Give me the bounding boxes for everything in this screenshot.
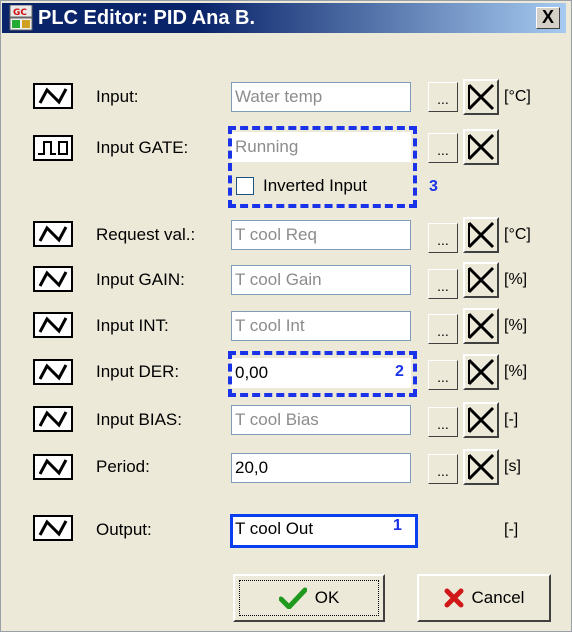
row-unit: [%] xyxy=(504,363,528,380)
inverted-input-checkbox[interactable] xyxy=(236,177,254,195)
output-field[interactable]: T cool Out xyxy=(230,514,418,548)
request-val-field[interactable]: T cool Req xyxy=(231,220,411,250)
row-label-input-gain: Input GAIN: xyxy=(96,270,185,289)
row-unit: [%] xyxy=(504,271,528,288)
browse-button[interactable]: ... xyxy=(428,269,458,299)
app-icon: GC xyxy=(9,5,33,31)
clear-button[interactable] xyxy=(463,308,499,344)
cancel-button[interactable]: Cancel xyxy=(417,574,551,622)
svg-text:GC: GC xyxy=(13,8,27,18)
clear-button[interactable] xyxy=(463,354,499,390)
clear-icon xyxy=(467,312,495,340)
input-field[interactable]: Water temp xyxy=(231,82,411,112)
marker-3: 3 xyxy=(429,178,438,195)
row-label-request-val: Request val.: xyxy=(96,225,196,244)
clear-icon xyxy=(467,266,495,294)
marker-2: 2 xyxy=(395,363,404,380)
analog-signal-icon xyxy=(33,359,73,385)
clear-button[interactable] xyxy=(463,402,499,438)
row-unit: [-] xyxy=(504,521,519,538)
cancel-label: Cancel xyxy=(471,588,525,607)
browse-button[interactable]: ... xyxy=(428,454,458,484)
inverted-input-label: Inverted Input xyxy=(263,176,367,195)
clear-button[interactable] xyxy=(463,262,499,298)
input-bias-field[interactable]: T cool Bias xyxy=(231,405,411,435)
window-title: PLC Editor: PID Ana B. xyxy=(38,7,256,29)
analog-signal-icon xyxy=(33,515,73,541)
analog-signal-icon xyxy=(33,266,73,292)
clear-button[interactable] xyxy=(463,129,499,165)
browse-button[interactable]: ... xyxy=(428,360,458,390)
clear-icon xyxy=(467,453,495,481)
analog-signal-icon xyxy=(33,454,73,480)
analog-signal-icon xyxy=(33,83,73,109)
browse-button[interactable]: ... xyxy=(428,407,458,437)
input-gate-field[interactable]: Running xyxy=(231,132,411,162)
input-der-field[interactable]: 0,00 xyxy=(231,358,411,388)
browse-button[interactable]: ... xyxy=(428,82,458,112)
close-button[interactable]: X xyxy=(536,7,560,29)
row-label-input: Input: xyxy=(96,87,139,106)
row-label-input-int: Input INT: xyxy=(96,316,169,335)
marker-1: 1 xyxy=(393,517,402,534)
clear-icon xyxy=(467,406,495,434)
row-label-input-gate: Input GATE: xyxy=(96,138,189,157)
row-unit: [%] xyxy=(504,317,528,334)
browse-button[interactable]: ... xyxy=(428,133,458,163)
row-label-output: Output: xyxy=(96,520,152,539)
row-unit: [s] xyxy=(504,458,521,475)
clear-button[interactable] xyxy=(463,217,499,253)
clear-icon xyxy=(467,358,495,386)
row-unit: [°C] xyxy=(504,226,531,243)
digital-signal-icon xyxy=(33,135,73,161)
input-int-field[interactable]: T cool Int xyxy=(231,311,411,341)
checkmark-icon xyxy=(278,587,307,609)
period-field[interactable]: 20,0 xyxy=(231,453,411,483)
row-unit: [°C] xyxy=(504,88,531,105)
row-label-input-der: Input DER: xyxy=(96,362,180,381)
plc-editor-dialog: GC PLC Editor: PID Ana B. X Input: Water… xyxy=(0,0,572,632)
clear-button[interactable] xyxy=(463,79,499,115)
row-unit: [-] xyxy=(504,411,519,428)
analog-signal-icon xyxy=(33,406,73,432)
row-label-period: Period: xyxy=(96,457,150,476)
ok-focus-rect: OK xyxy=(239,580,379,616)
analog-signal-icon xyxy=(33,312,73,338)
input-gain-field[interactable]: T cool Gain xyxy=(231,265,411,295)
row-label-input-bias: Input BIAS: xyxy=(96,410,182,429)
analog-signal-icon xyxy=(33,221,73,247)
clear-icon xyxy=(467,133,495,161)
ok-button[interactable]: OK xyxy=(233,574,385,622)
browse-button[interactable]: ... xyxy=(428,314,458,344)
cancel-x-icon xyxy=(444,588,464,608)
browse-button[interactable]: ... xyxy=(428,223,458,253)
title-bar[interactable]: GC PLC Editor: PID Ana B. X xyxy=(2,3,566,33)
clear-button[interactable] xyxy=(463,449,499,485)
ok-label: OK xyxy=(314,588,340,607)
clear-icon xyxy=(467,221,495,249)
clear-icon xyxy=(467,83,495,111)
